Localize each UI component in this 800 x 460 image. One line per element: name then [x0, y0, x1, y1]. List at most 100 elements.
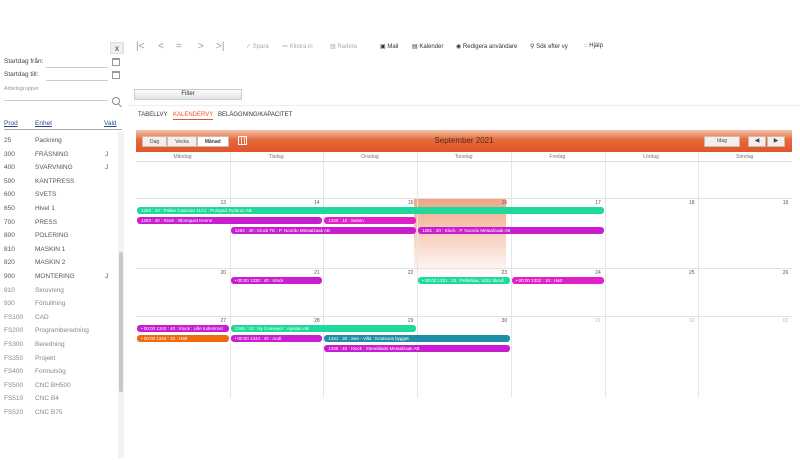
prev-record-button[interactable]: < [158, 41, 164, 52]
list-item-code: FS350 [4, 354, 24, 362]
day-number[interactable]: 01 [511, 318, 601, 324]
day-number[interactable]: 30 [417, 318, 508, 324]
list-item[interactable]: 900 MONTERING J [4, 270, 116, 284]
day-number[interactable]: 17 [511, 200, 601, 206]
day-number[interactable]: 02 [605, 318, 695, 324]
list-item-code: 300 [4, 150, 15, 158]
list-item[interactable]: FS500 CNC BH500 [4, 379, 116, 393]
today-button[interactable]: Idag [704, 136, 740, 147]
save-button[interactable]: ✓ Spara [246, 43, 269, 50]
list-item[interactable]: 500 KANTPRESS [4, 175, 116, 189]
list-button[interactable]: = [176, 41, 182, 52]
list-item[interactable]: 810 MASKIN 1 [4, 243, 116, 257]
list-item[interactable]: FS350 Projekt [4, 352, 116, 366]
scrollbar-thumb[interactable] [119, 252, 123, 392]
day-number[interactable]: 23 [417, 270, 508, 276]
start-from-input[interactable] [46, 67, 108, 68]
header-prod[interactable]: Prod [4, 120, 18, 127]
header-vald[interactable]: Vald [104, 120, 117, 127]
start-to-input[interactable] [46, 80, 108, 81]
day-number[interactable]: 16 [417, 200, 508, 206]
calendar-event[interactable]: • 00:00 1331 : 10 : Pelleblaa, 1631 Skru… [418, 277, 510, 284]
first-record-button[interactable]: |< [136, 41, 144, 52]
list-item[interactable]: 820 MASKIN 2 [4, 256, 116, 270]
tab-kalendervy[interactable]: KALENDERVY [173, 112, 214, 120]
search-input[interactable] [4, 100, 108, 101]
next-month-button[interactable]: ▶ [767, 136, 785, 147]
list-item[interactable]: FS400 Formulsög [4, 365, 116, 379]
edit-user-button[interactable]: ◉ Redigera användare [456, 43, 517, 50]
list-item[interactable]: FS100 CAD [4, 311, 116, 325]
calendar-icon[interactable] [112, 71, 120, 79]
list-item-name: CAD [35, 313, 49, 321]
start-to-field[interactable]: Startdag till: [4, 71, 122, 82]
search-label: Arbetsgrupper [4, 86, 39, 92]
day-number[interactable]: 21 [230, 270, 320, 276]
calendar-event[interactable]: • 00:00 1343 : 10 : Hatt [137, 335, 229, 342]
day-number[interactable]: 15 [323, 200, 414, 206]
calendar-event[interactable]: 1293 : 40 : Klock : Blomquist Kenne [137, 217, 323, 224]
search-icon[interactable] [112, 97, 120, 105]
list-item[interactable]: 700 PRESS [4, 216, 116, 230]
calendar-event[interactable]: 1346 : 40 : Klock : Steneblads Metaalzaa… [324, 345, 510, 352]
list-item-name: MASKIN 2 [35, 259, 66, 267]
calendar-event[interactable]: 1345 : 10 : Ny Conveyor : Ajustae AB [230, 325, 417, 332]
day-number[interactable]: 27 [136, 318, 226, 324]
week-divider [136, 316, 792, 317]
mail-button[interactable]: ▣ Mail [380, 43, 398, 50]
tab-tabellvy[interactable]: TABELLVY [138, 112, 167, 118]
list-item-code: FS500 [4, 381, 24, 389]
start-from-field[interactable]: Startdag från: [4, 58, 122, 69]
list-item[interactable]: 800 POLERING [4, 229, 116, 243]
search-view-button[interactable]: ⚲ Sök efter vy [530, 43, 568, 50]
list-item[interactable]: FS200 Programberedning [4, 324, 116, 338]
day-number[interactable]: 25 [605, 270, 695, 276]
list-item-sel: J [105, 272, 109, 280]
delete-button[interactable]: ▥ Radera [330, 43, 357, 50]
list-item[interactable]: FS520 CNC B75 [4, 406, 116, 420]
list-item[interactable]: 600 SVETS [4, 188, 116, 202]
filter-button[interactable]: Filter [134, 89, 242, 100]
weekday-header: Måndag Tisdag Onsdag Torsdag Fredag Lördag Sön… [136, 152, 792, 162]
list-item[interactable]: 25 Packning [4, 134, 116, 148]
day-number[interactable]: 24 [511, 270, 601, 276]
day-number[interactable]: 29 [323, 318, 414, 324]
list-item[interactable]: 910 Skruvning [4, 284, 116, 298]
list-item[interactable]: 300 FRÄSNING J [4, 148, 116, 162]
day-number[interactable]: 26 [698, 270, 789, 276]
calendar-event[interactable]: • 00:00 1330 : 40 : Klock [230, 277, 323, 284]
calendar-event[interactable]: • 00:00 1342 : 40 : Klock : Lille Indent… [137, 325, 229, 332]
calendar-event[interactable]: • 00:00 1344 : 40 : Audi [230, 335, 323, 342]
day-number[interactable]: 18 [605, 200, 695, 206]
start-from-label: Startdag från: [4, 58, 44, 65]
day-number[interactable]: 14 [230, 200, 320, 206]
calendar-event[interactable]: • 00:00 1332 : 10 : Hatt [511, 277, 604, 284]
day-number[interactable]: 13 [136, 200, 226, 206]
calendar-event[interactable]: 1341 : 30 : Sen - Villa : Knutsons bygge… [324, 335, 510, 342]
list-item[interactable]: 650 Hivel 1 [4, 202, 116, 216]
list-item[interactable]: 930 Förtullning [4, 297, 116, 311]
list-item[interactable]: 400 SVARVNING J [4, 161, 116, 175]
next-record-button[interactable]: > [198, 41, 204, 52]
prev-month-button[interactable]: ◀ [748, 136, 766, 147]
list-item-code: 900 [4, 272, 15, 280]
header-enhet[interactable]: Enhet [35, 120, 52, 127]
list-item[interactable]: FS510 CNC B4 [4, 392, 116, 406]
help-button[interactable]: ◌ Hjälp [584, 43, 603, 49]
tab-belaggning[interactable]: BELÄGGNING/KAPACITET [218, 112, 292, 118]
calendar-event[interactable]: 1340 : 10 : Seiton [324, 217, 417, 224]
list-item[interactable]: FS300 Beredning [4, 338, 116, 352]
day-number[interactable]: 22 [323, 270, 414, 276]
calendar-button[interactable]: ▤ Kalender [412, 43, 443, 50]
calendar-event[interactable]: 1283 : 10 : Pakke Casevan 11A1 : Pumpad … [137, 207, 604, 214]
close-panel-button[interactable]: x [110, 42, 124, 54]
calendar-icon[interactable] [112, 58, 120, 66]
calendar-event[interactable]: 1281 : 40 : Klock : P. Noordo Metaalzaak… [418, 227, 604, 234]
day-number[interactable]: 20 [136, 270, 226, 276]
calendar-event[interactable]: 1292 : 40 : Klock TE : P. Noordo Metaalz… [230, 227, 417, 234]
day-number[interactable]: 03 [698, 318, 789, 324]
day-number[interactable]: 28 [230, 318, 320, 324]
day-number[interactable]: 19 [698, 200, 789, 206]
last-record-button[interactable]: >| [216, 41, 224, 52]
paste-button[interactable]: ≕ Klistra in [282, 43, 313, 50]
